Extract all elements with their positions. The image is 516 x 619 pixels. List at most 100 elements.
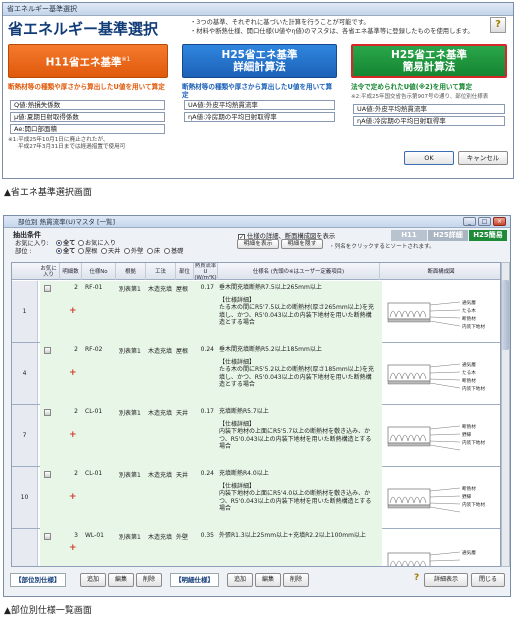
edit-detail-spec-button[interactable]: 編集 <box>255 573 281 587</box>
spec-text: 垂木間充填断熱R7.5以上265mm以上 【仕様詳細】 たる木の間にR5'7.5以上… <box>219 284 374 327</box>
spec-no: RF-01 <box>85 284 103 291</box>
opening-area-field: Ae:開口部面積 <box>10 124 165 134</box>
site-radio-roof[interactable]: 屋根 <box>78 246 97 255</box>
help-button[interactable]: ? <box>490 17 506 33</box>
col-favorite[interactable]: お気に入り <box>38 263 60 280</box>
expand-detail-button[interactable]: 明細を表示 <box>237 239 279 249</box>
h11-label: H11省エネ基準 <box>45 56 122 69</box>
help-icon[interactable]: ? <box>414 573 423 587</box>
detail-view-button[interactable]: 詳細表示 <box>424 573 468 587</box>
layer-label: たる木 <box>462 369 476 376</box>
add-part-spec-button[interactable]: 追加 <box>80 573 106 587</box>
layer-label: 内装下地材 <box>462 501 485 508</box>
detail-text: たる木の間にR5'5.2以上の断熱材(厚さ185mm以上)を充填し、かつ、R5'… <box>219 366 375 388</box>
detail-title: 【仕様詳細】 <box>219 296 256 304</box>
h25-simple-note: 法令で定められたU値(※2)を用いて算定 <box>351 83 473 91</box>
part: 天井 <box>176 472 189 479</box>
ua-value-field-simple: UA値:外皮平均熱貫流率 <box>353 104 505 114</box>
layer-label: 内装下地材 <box>462 385 485 392</box>
favorite-toggle-icon[interactable] <box>44 347 51 354</box>
radio-selected-icon <box>56 248 62 254</box>
favorite-toggle-icon[interactable] <box>44 471 51 478</box>
mu-value-field: μ値:夏期日射取得係数 <box>10 112 165 122</box>
site-radio-ceiling[interactable]: 天井 <box>101 246 120 255</box>
h25-detailed-sublabel: 詳細計算法 <box>233 61 286 73</box>
table-row[interactable]: 1 +2 RF-01 別表第1 木造充填 屋根 0.17 垂木間充填断熱R7.5以上265mm… <box>12 281 500 343</box>
radio-icon <box>101 248 107 254</box>
table-row[interactable]: +3 WL-01 別表第1 木造充填 外壁 0.35 外張R1.3以上25mm以上+充填R2… <box>12 529 500 566</box>
col-spec-name[interactable]: 仕様名 (先頭の※はユーザー定義項目) <box>218 263 380 280</box>
close-button[interactable]: 閉じる <box>471 573 505 587</box>
spec-no: CL-01 <box>85 408 103 415</box>
layer-label: 通気層 <box>462 549 476 556</box>
site-filter-label: 部位 : <box>15 248 32 255</box>
col-u-value[interactable]: 熱貫流率 U (W/m²K) <box>194 263 218 281</box>
h25-simple-button[interactable]: H25省エネ基準 簡易計算法 <box>351 44 507 78</box>
collapse-detail-button[interactable]: 明細を隠す <box>281 239 323 249</box>
site-radio-all[interactable]: 全て <box>56 246 75 255</box>
edit-part-spec-button[interactable]: 編集 <box>108 573 134 587</box>
h11-standard-button[interactable]: H11省エネ基準※1 <box>8 44 168 78</box>
site-radio-floor[interactable]: 床 <box>147 246 160 255</box>
spec-text: 外張R1.3以上25mm以上+充填R2.2以上100mm以上 <box>219 532 374 545</box>
row-index: 1 <box>12 281 38 342</box>
expand-plus-icon[interactable]: + <box>69 492 77 502</box>
favorite-toggle-icon[interactable] <box>44 409 51 416</box>
close-icon[interactable]: × <box>493 217 506 226</box>
site-radio-foundation[interactable]: 基礎 <box>164 246 183 255</box>
footnote-line: 平成27年3月31日までは経過措置で使用可 <box>18 144 126 150</box>
eta-value-field-simple: ηA値:冷房期の平均日射取得率 <box>353 116 505 126</box>
detail-text: たる木の間にR5'7.5以上の断熱材(厚さ265mm以上)を充填し、かつ、R5'… <box>219 304 375 326</box>
spec-name: 垂木間充填断熱R5.2以上185mm以上 <box>219 346 322 353</box>
col-method[interactable]: 工法 <box>146 263 176 280</box>
radio-label: 基礎 <box>171 248 184 255</box>
u-value: 0.35 <box>200 532 214 539</box>
site-radio-wall[interactable]: 外壁 <box>124 246 143 255</box>
u-value: 0.17 <box>200 408 214 415</box>
expand-plus-icon[interactable]: + <box>69 368 77 378</box>
ua-value-field: UA値:外皮平均熱貫流率 <box>184 100 335 110</box>
basis: 別表第1 <box>119 286 141 293</box>
detail-text: 内装下地材の上面にR5'4.0以上の断熱材を敷き込み、かつ、R5'0.043以上… <box>219 490 372 512</box>
spec-table: お気に入り 明細数 仕様No 根拠 工法 部位 熱貫流率 U (W/m²K) 仕… <box>11 262 501 567</box>
col-basis[interactable]: 根拠 <box>116 263 146 280</box>
col-count[interactable]: 明細数 <box>60 263 82 280</box>
table-row[interactable]: 4 +2 RF-02 別表第1 木造充填 屋根 0.24 垂木間充填断熱R5.2以上185mm… <box>12 343 500 405</box>
delete-part-spec-button[interactable]: 削除 <box>136 573 162 587</box>
favorite-toggle-icon[interactable] <box>44 533 51 540</box>
minimize-icon[interactable]: _ <box>463 217 476 226</box>
layer-label: 断熱材 <box>462 485 476 492</box>
detail-title: 【仕様詳細】 <box>219 358 256 366</box>
favorite-toggle-icon[interactable] <box>44 285 51 292</box>
h25-detailed-button[interactable]: H25省エネ基準 詳細計算法 <box>182 44 337 78</box>
expand-plus-icon[interactable]: + <box>69 306 77 316</box>
detail-count: 3 <box>74 532 78 539</box>
ok-button[interactable]: OK <box>404 151 454 165</box>
spec-no: CL-01 <box>85 470 103 477</box>
scrollbar-thumb[interactable] <box>502 280 509 350</box>
radio-icon <box>78 248 84 254</box>
description-line: ・材料や断熱仕様、開口仕様(U値やη値)のマスタは、各省エネ基準等に登録したもの… <box>190 28 474 35</box>
expand-plus-icon[interactable]: + <box>69 543 77 553</box>
row-index: 4 <box>12 343 38 404</box>
table-row[interactable]: 10 +2 CL-01 別表第1 木造充填 天井 0.24 充填断熱R4.0以上 【仕様詳細】内… <box>12 467 500 529</box>
table-header: お気に入り 明細数 仕様No 根拠 工法 部位 熱貫流率 U (W/m²K) 仕… <box>12 263 500 281</box>
cancel-button[interactable]: キャンセル <box>458 151 508 165</box>
layer-label: 通気層 <box>462 361 476 368</box>
maximize-icon[interactable]: □ <box>478 217 491 226</box>
spec-no: RF-02 <box>85 346 103 353</box>
expand-plus-icon[interactable]: + <box>69 430 77 440</box>
table-row[interactable]: 7 +2 CL-01 別表第1 木造充填 天井 0.17 充填断熱R5.7以上 【仕様詳細】 内装… <box>12 405 500 467</box>
q-value-field: Q値:熱損失係数 <box>10 100 165 110</box>
col-part[interactable]: 部位 <box>176 263 194 280</box>
col-spec-no[interactable]: 仕様No <box>82 263 116 280</box>
basis: 別表第1 <box>119 348 141 355</box>
method: 木造充填 <box>148 410 173 417</box>
method: 木造充填 <box>148 534 173 541</box>
add-detail-spec-button[interactable]: 追加 <box>227 573 253 587</box>
delete-detail-spec-button[interactable]: 削除 <box>283 573 309 587</box>
spec-no: WL-01 <box>85 532 104 539</box>
eta-value-field: ηA値:冷房期の平均日射取得率 <box>184 112 335 122</box>
layer-label: 断熱材 <box>462 315 476 322</box>
col-diagram: 断面構成図 <box>427 268 455 275</box>
